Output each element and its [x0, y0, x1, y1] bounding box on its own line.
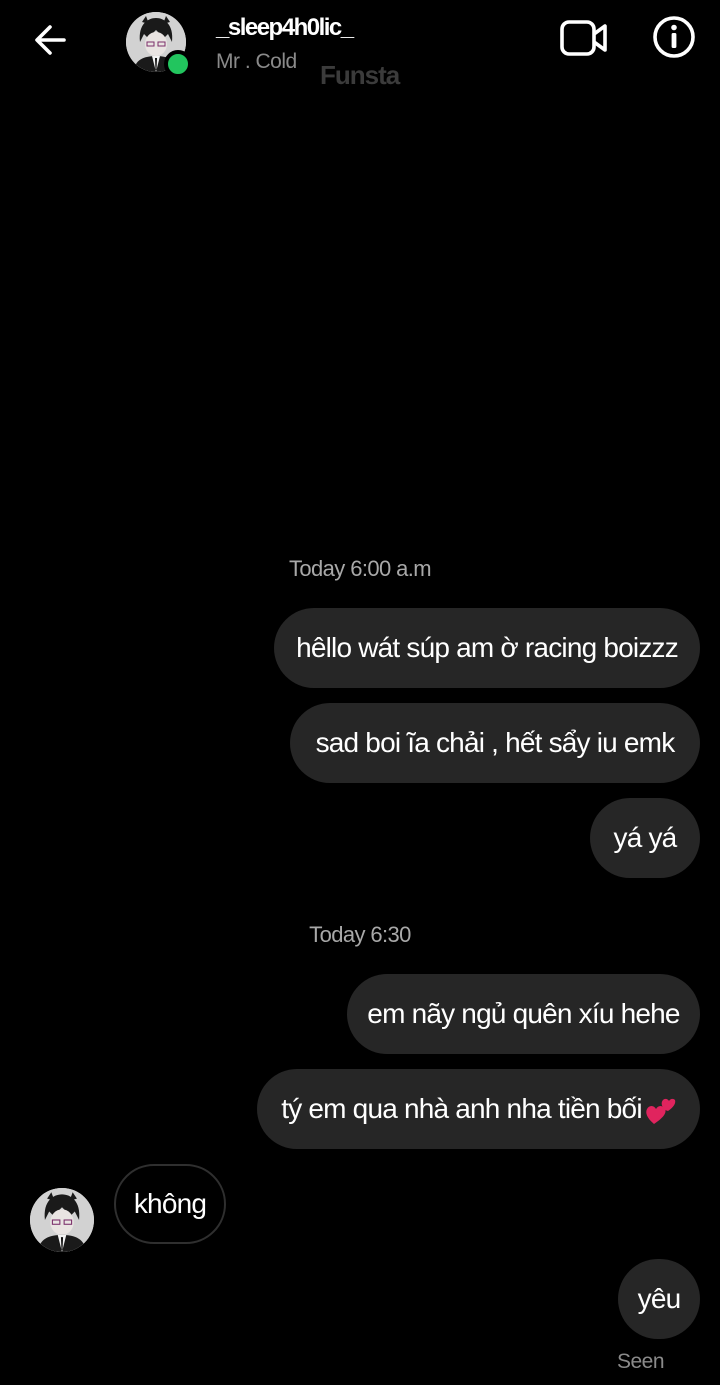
- sender-avatar[interactable]: [30, 1188, 94, 1252]
- funsta-watermark: Funsta: [320, 60, 400, 90]
- message-text: sad boi ĩa chải , hết sẩy iu emk: [315, 727, 676, 758]
- online-status-indicator: [164, 50, 192, 78]
- message-bubble-sent[interactable]: yá yá: [590, 798, 700, 878]
- message-bubble-sent[interactable]: sad boi ĩa chải , hết sẩy iu emk: [290, 703, 700, 783]
- profile-avatar-button[interactable]: [126, 12, 192, 78]
- message-bubble-received[interactable]: không: [114, 1164, 226, 1244]
- message-text: hêllo wát súp am ờ racing boizzz: [296, 632, 679, 663]
- video-camera-icon: [559, 17, 609, 64]
- message-text: yêu: [637, 1283, 682, 1314]
- chat-screen: _sleep4h0lic_ Mr . Cold Funsta Today 6:0…: [0, 0, 720, 1385]
- two-hearts-icon: [644, 1096, 676, 1126]
- info-button[interactable]: [652, 15, 696, 64]
- chat-display-name: Mr . Cold: [216, 50, 297, 73]
- video-call-button[interactable]: [558, 18, 610, 62]
- back-button[interactable]: [30, 22, 70, 62]
- message-bubble-sent[interactable]: hêllo wát súp am ờ racing boizzz: [274, 608, 700, 688]
- message-bubble-sent[interactable]: em nãy ngủ quên xíu hehe: [347, 974, 700, 1054]
- message-text: tý em qua nhà anh nha tiền bối: [281, 1093, 642, 1124]
- arrow-left-icon: [32, 22, 68, 63]
- timestamp: Today 6:30: [309, 922, 411, 947]
- chat-header: _sleep4h0lic_ Mr . Cold Funsta: [0, 0, 720, 96]
- info-icon: [652, 15, 696, 64]
- message-bubble-sent[interactable]: yêu: [618, 1259, 700, 1339]
- seen-status: Seen: [617, 1350, 665, 1373]
- chat-username[interactable]: _sleep4h0lic_: [216, 14, 354, 42]
- message-text: không: [133, 1188, 207, 1219]
- timestamp: Today 6:00 a.m: [288, 556, 432, 581]
- message-bubble-sent[interactable]: tý em qua nhà anh nha tiền bối: [257, 1069, 700, 1149]
- message-text: yá yá: [613, 822, 678, 853]
- message-text: em nãy ngủ quên xíu hehe: [367, 998, 680, 1029]
